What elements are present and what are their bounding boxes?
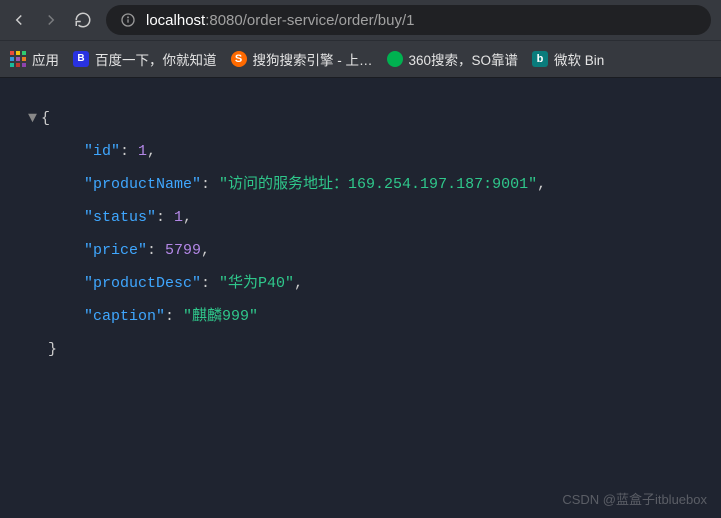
url-text: localhost:8080/order-service/order/buy/1 bbox=[146, 12, 414, 29]
json-value: "访问的服务地址：169.254.197.187:9001" bbox=[219, 176, 537, 193]
apps-button[interactable]: 应用 bbox=[10, 49, 59, 69]
json-row-status: "status": 1, bbox=[28, 201, 703, 234]
bookmark-label: 微软 Bin bbox=[554, 49, 604, 69]
json-key: "price" bbox=[84, 242, 147, 259]
bing-icon: b bbox=[532, 51, 548, 67]
json-value: 5799 bbox=[165, 242, 201, 259]
reload-button[interactable] bbox=[74, 11, 92, 29]
json-close: } bbox=[28, 333, 703, 366]
bookmark-sogou[interactable]: S 搜狗搜索引擎 - 上… bbox=[231, 49, 373, 69]
json-row-productName: "productName": "访问的服务地址：169.254.197.187:… bbox=[28, 168, 703, 201]
bookmark-label: 百度一下，你就知道 bbox=[95, 49, 217, 69]
d360-icon bbox=[387, 51, 403, 67]
json-row-id: "id": 1, bbox=[28, 135, 703, 168]
json-value: "麒麟999" bbox=[183, 308, 258, 325]
bookmark-bing[interactable]: b 微软 Bin bbox=[532, 49, 604, 69]
json-row-price: "price": 5799, bbox=[28, 234, 703, 267]
json-row-caption: "caption": "麒麟999" bbox=[28, 300, 703, 333]
json-key: "id" bbox=[84, 143, 120, 160]
info-icon bbox=[120, 12, 136, 28]
json-value: 1 bbox=[138, 143, 147, 160]
url-host: localhost bbox=[146, 12, 205, 29]
json-key: "status" bbox=[84, 209, 156, 226]
json-viewer: ▼{ "id": 1, "productName": "访问的服务地址：169.… bbox=[0, 78, 721, 366]
json-value: "华为P40" bbox=[219, 275, 294, 292]
json-row-productDesc: "productDesc": "华为P40", bbox=[28, 267, 703, 300]
json-key: "productName" bbox=[84, 176, 201, 193]
bookmark-label: 搜狗搜索引擎 - 上… bbox=[253, 49, 373, 69]
apps-icon bbox=[10, 51, 26, 67]
json-open: ▼{ bbox=[28, 102, 703, 135]
back-button[interactable] bbox=[10, 11, 28, 29]
bookmarks-bar: 应用 B 百度一下，你就知道 S 搜狗搜索引擎 - 上… 360搜索，SO靠谱 … bbox=[0, 40, 721, 78]
json-value: 1 bbox=[174, 209, 183, 226]
json-key: "caption" bbox=[84, 308, 165, 325]
address-bar: localhost:8080/order-service/order/buy/1 bbox=[0, 0, 721, 40]
url-input[interactable]: localhost:8080/order-service/order/buy/1 bbox=[106, 5, 711, 35]
forward-button[interactable] bbox=[42, 11, 60, 29]
bookmark-360[interactable]: 360搜索，SO靠谱 bbox=[387, 49, 519, 69]
apps-label: 应用 bbox=[32, 49, 59, 69]
baidu-icon: B bbox=[73, 51, 89, 67]
json-key: "productDesc" bbox=[84, 275, 201, 292]
watermark: CSDN @蓝盒子itbluebox bbox=[562, 489, 707, 508]
sogou-icon: S bbox=[231, 51, 247, 67]
collapse-toggle[interactable]: ▼ bbox=[28, 110, 37, 127]
url-path: :8080/order-service/order/buy/1 bbox=[205, 12, 414, 29]
bookmark-label: 360搜索，SO靠谱 bbox=[409, 49, 519, 69]
bookmark-baidu[interactable]: B 百度一下，你就知道 bbox=[73, 49, 217, 69]
